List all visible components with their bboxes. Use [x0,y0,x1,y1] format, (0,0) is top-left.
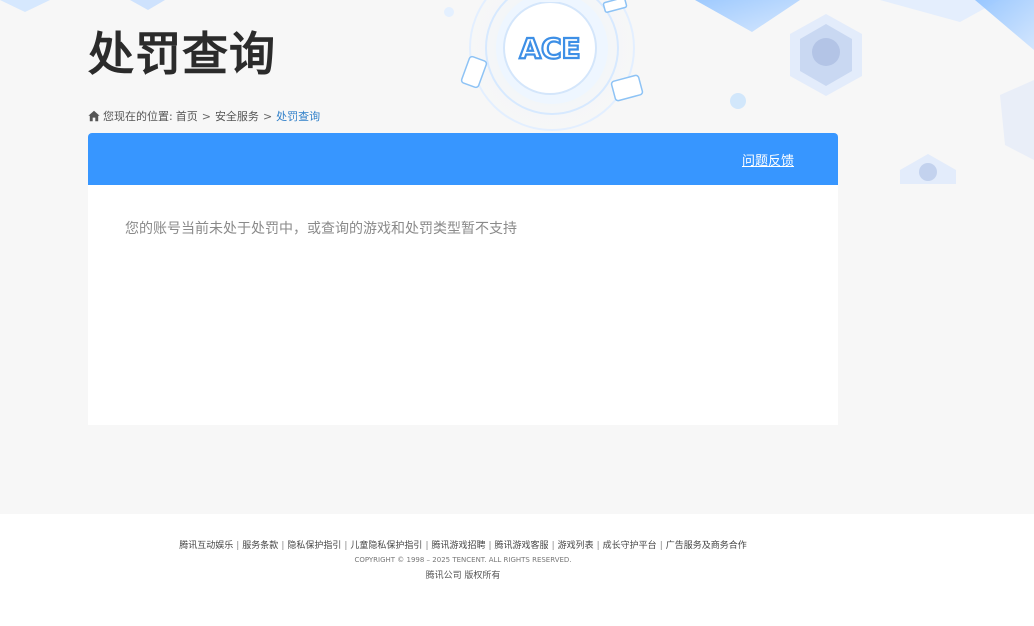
home-icon [88,110,100,122]
feedback-link[interactable]: 问题反馈 [742,150,794,169]
breadcrumb-security-link[interactable]: 安全服务 [215,108,259,124]
breadcrumb-prefix: 您现在的位置: [103,110,173,123]
footer-link-privacy[interactable]: 隐私保护指引 [287,541,341,551]
breadcrumb-home-link[interactable]: 首页 [176,108,198,124]
footer-link-ads[interactable]: 广告服务及商务合作 [666,541,747,551]
ace-logo-text: ACE [519,32,580,65]
breadcrumb-current: 处罚查询 [276,110,321,123]
footer-link-child-privacy[interactable]: 儿童隐私保护指引 [350,541,422,551]
company-text: 腾讯公司 版权所有 [425,571,501,581]
ace-logo: ACE [503,2,597,95]
breadcrumb: 您现在的位置: 首页 > 安全服务 > 处罚查询 [88,108,320,124]
result-panel: 问题反馈 您的账号当前未处于处罚中，或查询的游戏和处罚类型暂不支持 [88,133,838,425]
page-title: 处罚查询 [88,27,276,81]
footer-link-guardian[interactable]: 成长守护平台 [603,541,657,551]
footer-link-careers[interactable]: 腾讯游戏招聘 [431,541,485,551]
footer-link-terms[interactable]: 服务条款 [242,541,278,551]
panel-header: 问题反馈 [88,133,838,185]
page: ACE 处罚查询 您现在的位置: 首页 > 安全服务 > 处罚查询 问题反馈 您… [0,0,1034,626]
footer-link-support[interactable]: 腾讯游戏客服 [495,541,549,551]
copyright-text: COPYRIGHT © 1998 – 2025 TENCENT. ALL RIG… [354,556,572,564]
footer: 腾讯互动娱乐 | 服务条款 | 隐私保护指引 | 儿童隐私保护指引 | 腾讯游戏招聘 | 腾讯游戏客… [0,514,1034,626]
footer-link-tencent-games[interactable]: 腾讯互动娱乐 [179,541,233,551]
footer-links: 腾讯互动娱乐 | 服务条款 | 隐私保护指引 | 儿童隐私保护指引 | 腾讯游戏招聘 | 腾讯游戏客… [179,541,747,551]
breadcrumb-separator: > [201,109,211,123]
breadcrumb-separator: > [262,109,273,123]
footer-link-game-list[interactable]: 游戏列表 [558,541,594,551]
result-message: 您的账号当前未处于处罚中，或查询的游戏和处罚类型暂不支持 [125,221,517,237]
